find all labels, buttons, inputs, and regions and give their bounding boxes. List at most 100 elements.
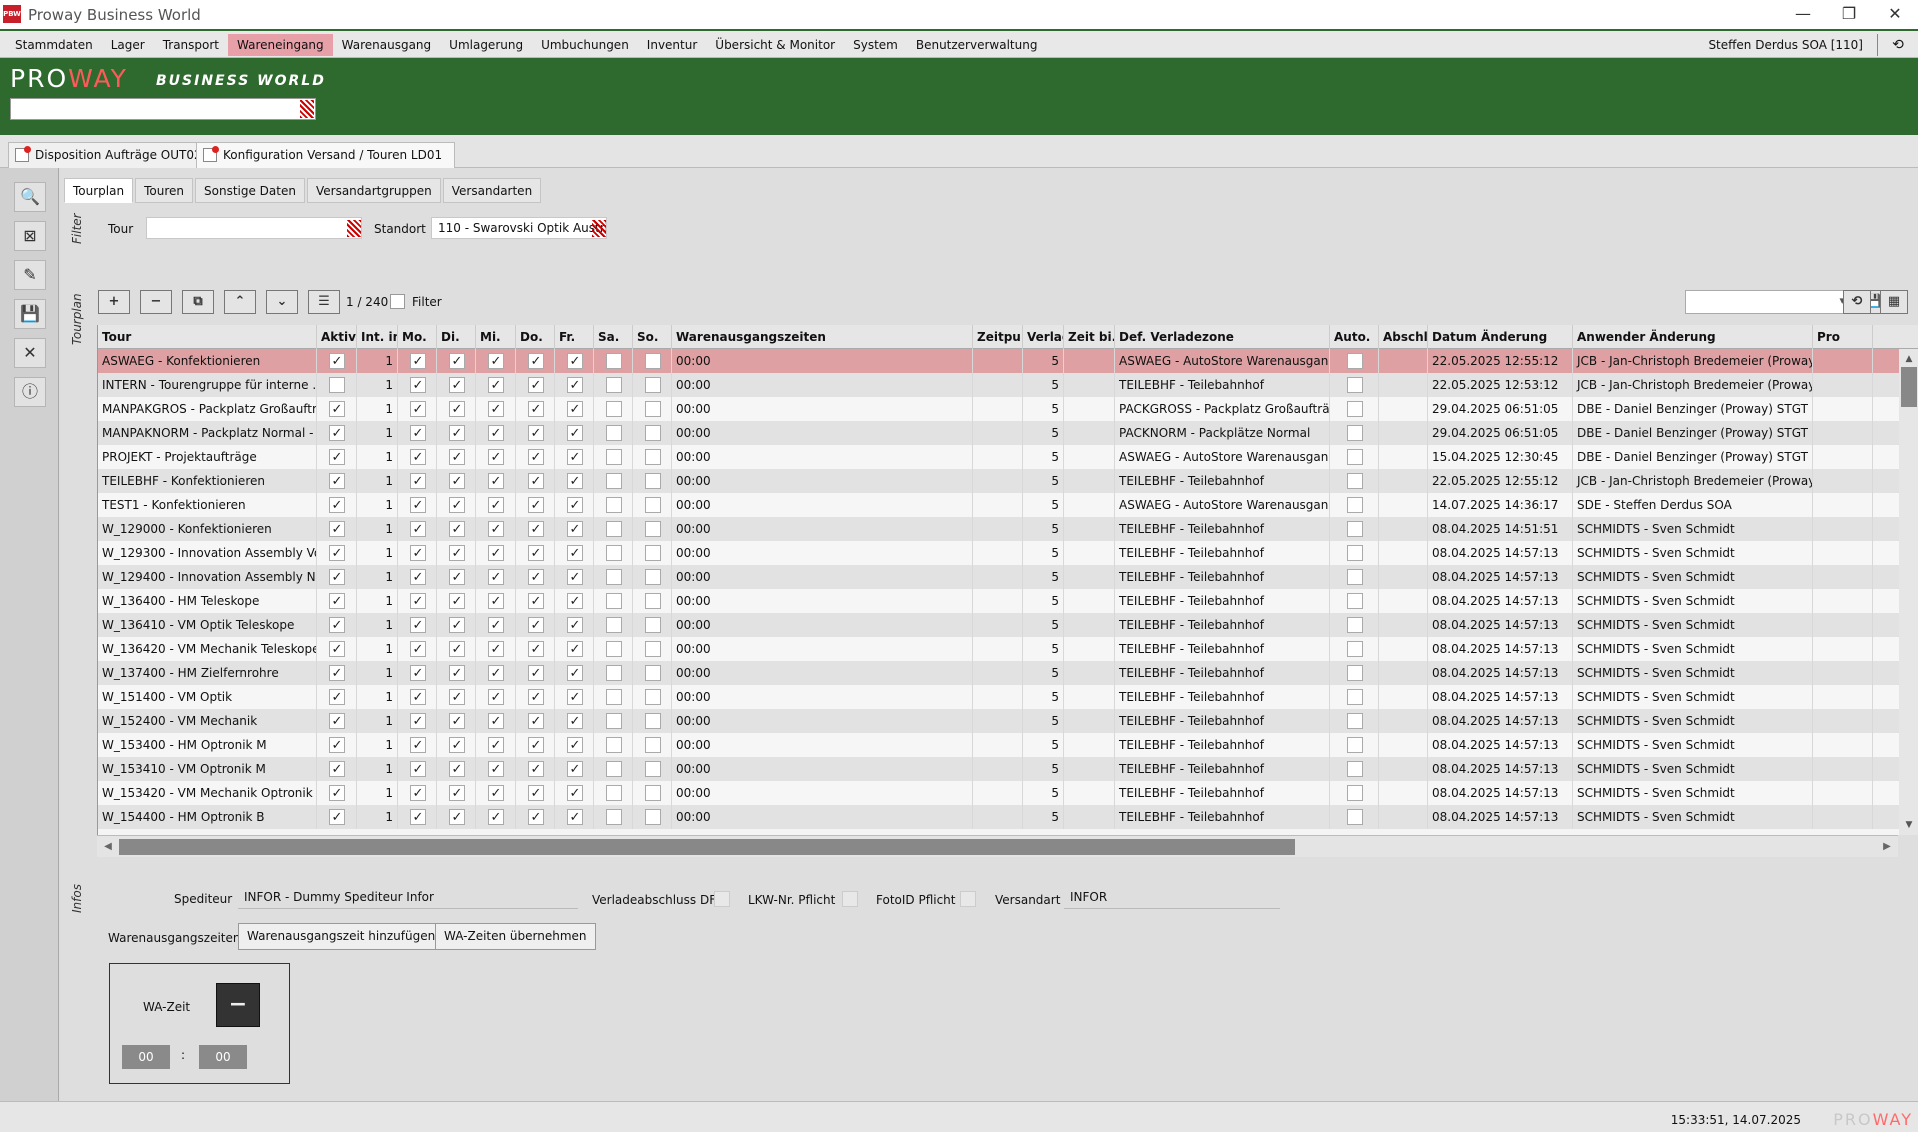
vertical-scroll-thumb[interactable] xyxy=(1901,367,1917,407)
row-checkbox[interactable]: ✓ xyxy=(567,617,583,633)
table-row[interactable]: W_136410 - VM Optik Teleskope ✓ 1 ✓ ✓ ✓ ✓ ✓ 00:0… xyxy=(98,613,1899,637)
row-checkbox[interactable] xyxy=(606,353,622,369)
row-checkbox[interactable]: ✓ xyxy=(528,425,544,441)
row-checkbox[interactable] xyxy=(606,593,622,609)
row-checkbox[interactable] xyxy=(645,689,661,705)
column-header[interactable]: Int. in. xyxy=(357,325,398,349)
doc-tab-disposition[interactable]: Disposition Aufträge OUT02 xyxy=(8,142,215,168)
row-checkbox[interactable] xyxy=(1347,353,1363,369)
row-checkbox[interactable] xyxy=(1347,665,1363,681)
row-checkbox[interactable]: ✓ xyxy=(449,761,465,777)
row-checkbox[interactable]: ✓ xyxy=(449,809,465,825)
row-checkbox[interactable]: ✓ xyxy=(410,401,426,417)
row-checkbox[interactable]: ✓ xyxy=(410,449,426,465)
row-checkbox[interactable]: ✓ xyxy=(410,353,426,369)
table-row[interactable]: ASWAEG - Konfektionieren ✓ 1 ✓ ✓ ✓ ✓ ✓ 00:00 5 ASW… xyxy=(98,349,1899,373)
row-checkbox[interactable]: ✓ xyxy=(567,641,583,657)
row-checkbox[interactable]: ✓ xyxy=(567,545,583,561)
row-checkbox[interactable] xyxy=(606,569,622,585)
remove-wa-zeit-button[interactable]: − xyxy=(216,983,260,1027)
table-row[interactable]: W_129000 - Konfektionieren ✓ 1 ✓ ✓ ✓ ✓ ✓ 00:00 5 T… xyxy=(98,517,1899,541)
row-checkbox[interactable]: ✓ xyxy=(410,617,426,633)
menu-item-umbuchungen[interactable]: Umbuchungen xyxy=(532,34,638,56)
row-checkbox[interactable]: ✓ xyxy=(488,353,504,369)
row-checkbox[interactable]: ✓ xyxy=(449,545,465,561)
row-checkbox[interactable]: ✓ xyxy=(528,809,544,825)
row-checkbox[interactable]: ✓ xyxy=(410,713,426,729)
scroll-down-icon[interactable]: ▼ xyxy=(1901,817,1917,833)
row-checkbox[interactable] xyxy=(645,497,661,513)
row-checkbox[interactable] xyxy=(645,713,661,729)
remove-row-button[interactable]: − xyxy=(140,290,172,314)
menu-item-warenausgang[interactable]: Warenausgang xyxy=(333,34,441,56)
table-row[interactable]: W_137400 - HM Zielfernrohre ✓ 1 ✓ ✓ ✓ ✓ ✓ 00:00 5… xyxy=(98,661,1899,685)
column-header[interactable]: Mi. xyxy=(476,325,516,349)
row-checkbox[interactable]: ✓ xyxy=(329,593,345,609)
row-checkbox[interactable]: ✓ xyxy=(528,449,544,465)
row-checkbox[interactable] xyxy=(1347,761,1363,777)
row-checkbox[interactable]: ✓ xyxy=(567,521,583,537)
scroll-left-icon[interactable]: ◀ xyxy=(99,839,117,855)
row-checkbox[interactable] xyxy=(606,497,622,513)
column-header[interactable]: Abschl. xyxy=(1379,325,1428,349)
table-row[interactable]: W_153420 - VM Mechanik Optronik M ✓ 1 ✓ ✓ ✓ ✓ ✓… xyxy=(98,781,1899,805)
row-checkbox[interactable]: ✓ xyxy=(449,689,465,705)
row-checkbox[interactable] xyxy=(1347,377,1363,393)
row-checkbox[interactable]: ✓ xyxy=(488,617,504,633)
row-checkbox[interactable] xyxy=(645,425,661,441)
row-checkbox[interactable]: ✓ xyxy=(528,761,544,777)
row-checkbox[interactable]: ✓ xyxy=(567,377,583,393)
row-checkbox[interactable]: ✓ xyxy=(488,569,504,585)
row-checkbox[interactable]: ✓ xyxy=(329,713,345,729)
tab-versandarten[interactable]: Versandarten xyxy=(442,178,542,203)
row-checkbox[interactable] xyxy=(606,377,622,393)
column-header[interactable]: Verlad. xyxy=(1023,325,1064,349)
table-row[interactable]: TEILEBHF - Konfektionieren ✓ 1 ✓ ✓ ✓ ✓ ✓ 00:00 5 T… xyxy=(98,469,1899,493)
search-icon[interactable]: 🔍 xyxy=(14,182,46,212)
row-checkbox[interactable] xyxy=(645,377,661,393)
standort-lookup-icon[interactable] xyxy=(592,220,606,237)
row-checkbox[interactable]: ✓ xyxy=(449,521,465,537)
layout-select[interactable] xyxy=(1685,290,1850,314)
minimize-button[interactable]: — xyxy=(1780,0,1826,29)
row-checkbox[interactable]: ✓ xyxy=(449,617,465,633)
row-checkbox[interactable] xyxy=(606,641,622,657)
row-checkbox[interactable] xyxy=(606,737,622,753)
row-checkbox[interactable]: ✓ xyxy=(449,737,465,753)
row-checkbox[interactable]: ✓ xyxy=(449,425,465,441)
row-checkbox[interactable]: ✓ xyxy=(528,569,544,585)
row-checkbox[interactable]: ✓ xyxy=(329,809,345,825)
table-row[interactable]: W_129300 - Innovation Assembly Vo... ✓ 1 ✓ ✓… xyxy=(98,541,1899,565)
row-checkbox[interactable]: ✓ xyxy=(488,449,504,465)
hour-field[interactable]: 00 xyxy=(122,1045,170,1069)
row-checkbox[interactable]: ✓ xyxy=(528,353,544,369)
scroll-up-icon[interactable]: ▲ xyxy=(1901,351,1917,367)
row-checkbox[interactable]: ✓ xyxy=(329,425,345,441)
tab-sonstige-daten[interactable]: Sonstige Daten xyxy=(195,178,305,203)
table-row[interactable]: W_129400 - Innovation Assembly Nu... ✓ 1 ✓ ✓… xyxy=(98,565,1899,589)
row-checkbox[interactable]: ✓ xyxy=(329,545,345,561)
row-checkbox[interactable]: ✓ xyxy=(329,353,345,369)
row-checkbox[interactable]: ✓ xyxy=(449,377,465,393)
row-checkbox[interactable] xyxy=(645,737,661,753)
column-header[interactable]: Mo. xyxy=(398,325,437,349)
edit-filter-icon[interactable]: ✎ xyxy=(14,260,46,290)
table-row[interactable]: TEST1 - Konfektionieren ✓ 1 ✓ ✓ ✓ ✓ ✓ 00:00 5 ASWA… xyxy=(98,493,1899,517)
column-header[interactable]: Datum Änderung xyxy=(1428,325,1573,349)
row-checkbox[interactable]: ✓ xyxy=(410,425,426,441)
row-checkbox[interactable] xyxy=(606,713,622,729)
row-checkbox[interactable] xyxy=(645,617,661,633)
row-checkbox[interactable] xyxy=(606,473,622,489)
table-row[interactable]: W_136400 - HM Teleskope ✓ 1 ✓ ✓ ✓ ✓ ✓ 00:00 5 TEIL… xyxy=(98,589,1899,613)
column-header[interactable]: Zeit bi. xyxy=(1064,325,1115,349)
vertical-scrollbar[interactable]: ▲ ▼ xyxy=(1899,349,1918,835)
row-checkbox[interactable]: ✓ xyxy=(528,401,544,417)
column-header[interactable]: Tour xyxy=(98,325,317,349)
row-checkbox[interactable]: ✓ xyxy=(567,809,583,825)
horizontal-scrollbar[interactable]: ◀ ▶ xyxy=(97,835,1898,857)
row-checkbox[interactable]: ✓ xyxy=(410,473,426,489)
row-checkbox[interactable]: ✓ xyxy=(528,713,544,729)
row-checkbox[interactable]: ✓ xyxy=(449,713,465,729)
row-checkbox[interactable]: ✓ xyxy=(410,761,426,777)
row-checkbox[interactable] xyxy=(1347,425,1363,441)
